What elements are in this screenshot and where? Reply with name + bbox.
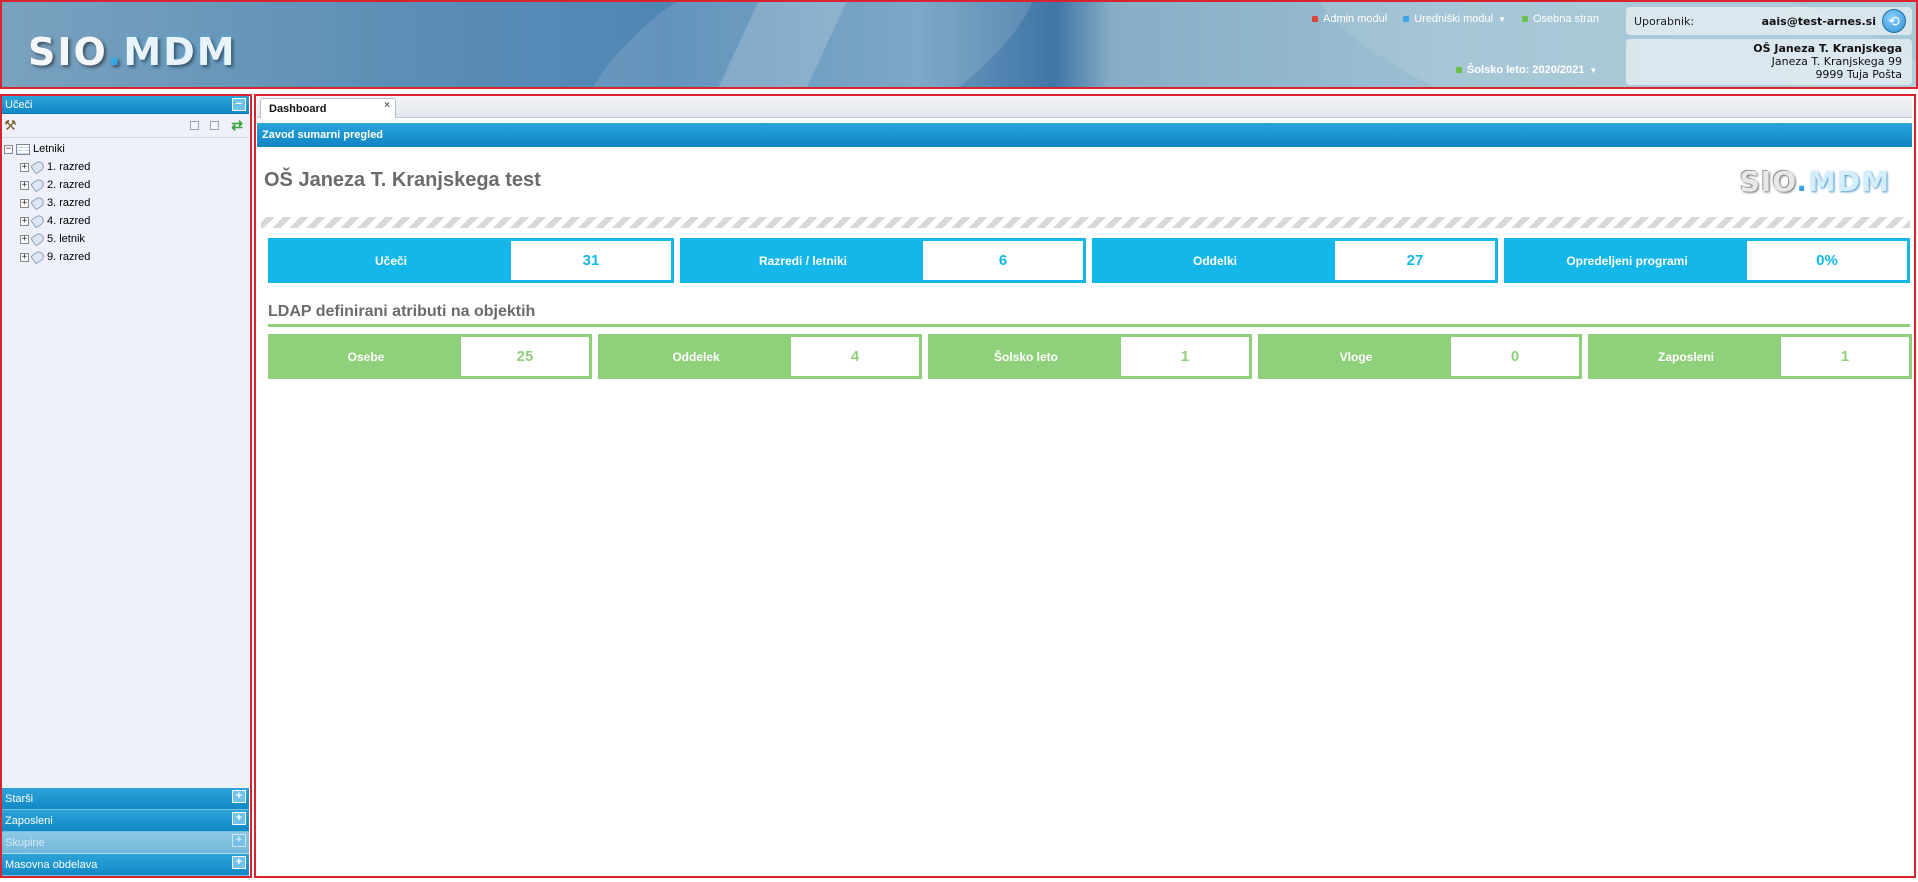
table-icon (16, 143, 30, 155)
expand-node-icon[interactable]: + (20, 252, 29, 262)
stat-card-programi: Opredeljeni programi 0% (1504, 238, 1910, 283)
tag-icon (30, 213, 46, 229)
expand-icon[interactable]: + (232, 790, 246, 803)
sidebar: Učeči − ⚒ ⇄ − Letniki + 1. razred + 2. r… (2, 96, 249, 876)
ldap-section-title: LDAP definirani atributi na objektih (268, 303, 1910, 327)
tab-dashboard[interactable]: Dashboard × (260, 98, 396, 118)
expand-node-icon[interactable]: + (20, 162, 29, 172)
close-icon[interactable]: × (382, 101, 392, 111)
tab-strip: Dashboard × (257, 96, 1912, 118)
stat-card-uceci: Učeči 31 (268, 238, 674, 283)
bullet-icon (1522, 16, 1528, 22)
expand-icon[interactable]: + (232, 812, 246, 825)
sidebar-sections: Starši + Zaposleni + Skupine + Masovna o… (2, 788, 249, 876)
stat-card-osebe: Osebe 25 (268, 334, 592, 379)
expand-icon: + (232, 834, 246, 847)
page-title: OŠ Janeza T. Kranjskega test (264, 169, 541, 191)
collapse-node-icon[interactable]: − (4, 144, 13, 154)
bullet-icon (1312, 16, 1318, 22)
school-info: OŠ Janeza T. Kranjskega Janeza T. Kranjs… (1626, 39, 1912, 85)
tag-icon (30, 195, 46, 211)
logout-icon[interactable]: ⟲ (1882, 9, 1906, 33)
nav-uredniski-modul[interactable]: Uredniški modul ▼ (1403, 13, 1506, 25)
sio-mdm-logo: SIO.MDM (28, 30, 237, 74)
stat-card-solsko-leto: Šolsko leto 1 (928, 334, 1252, 379)
sidebar-section-zaposleni[interactable]: Zaposleni + (2, 810, 249, 832)
tree: − Letniki + 1. razred + 2. razred + 3. r… (2, 138, 249, 268)
tag-icon (30, 177, 46, 193)
sidebar-section-uceci[interactable]: Učeči − (2, 96, 249, 114)
app-header: SIO.MDM Admin modul Uredniški modul ▼ Os… (0, 0, 1918, 89)
expand-icon[interactable]: + (232, 856, 246, 869)
main-panel: Dashboard × Zavod sumarni pregled OŠ Jan… (257, 96, 1912, 876)
caret-down-icon: ▼ (1498, 14, 1506, 24)
expand-node-icon[interactable]: + (20, 180, 29, 190)
stat-card-oddelki: Oddelki 27 (1092, 238, 1498, 283)
top-navigation: Admin modul Uredniški modul ▼ Osebna str… (1312, 13, 1599, 25)
refresh-icon[interactable]: ⇄ (231, 117, 243, 134)
expand-node-icon[interactable]: + (20, 234, 29, 244)
stat-card-razredi: Razredi / letniki 6 (680, 238, 1086, 283)
bullet-icon (1403, 16, 1410, 22)
collapse-icon[interactable]: − (232, 98, 246, 111)
expand-node-icon[interactable]: + (20, 216, 29, 226)
tree-item[interactable]: + 2. razred (4, 176, 247, 194)
expand-all-icon[interactable] (190, 121, 199, 130)
tree-item[interactable]: + 5. letnik (4, 230, 247, 248)
panel-title: Zavod sumarni pregled (257, 123, 1912, 147)
tag-icon (30, 231, 46, 247)
wand-icon[interactable]: ⚒ (4, 117, 17, 134)
tree-item[interactable]: + 1. razred (4, 158, 247, 176)
sidebar-section-starsi[interactable]: Starši + (2, 788, 249, 810)
stat-card-zaposleni: Zaposleni 1 (1588, 334, 1912, 379)
tree-item[interactable]: + 4. razred (4, 212, 247, 230)
school-year-selector[interactable]: Šolsko leto: 2020/2021 ▼ (1456, 64, 1597, 76)
stat-card-oddelek: Oddelek 4 (598, 334, 922, 379)
ldap-stats: Osebe 25 Oddelek 4 Šolsko leto 1 Vloge 0… (268, 334, 1912, 379)
expand-node-icon[interactable]: + (20, 198, 29, 208)
summary-stats: Učeči 31 Razredi / letniki 6 Oddelki 27 … (268, 238, 1910, 283)
user-email: aais@test-arnes.si (1761, 14, 1876, 28)
sidebar-section-masovna-obdelava[interactable]: Masovna obdelava + (2, 854, 249, 876)
divider (261, 217, 1910, 228)
bullet-icon (1456, 67, 1462, 73)
nav-osebna-stran[interactable]: Osebna stran (1522, 13, 1599, 25)
tree-root-letniki[interactable]: − Letniki (4, 140, 247, 158)
sio-mdm-logo: SIO.MDM (1739, 165, 1890, 198)
tag-icon (30, 159, 46, 175)
tree-item[interactable]: + 3. razred (4, 194, 247, 212)
stat-card-vloge: Vloge 0 (1258, 334, 1582, 379)
user-info: Uporabnik: aais@test-arnes.si ⟲ (1626, 7, 1912, 35)
tag-icon (30, 249, 46, 265)
collapse-all-icon[interactable] (210, 121, 219, 130)
nav-admin-modul[interactable]: Admin modul (1312, 13, 1387, 25)
sidebar-section-skupine: Skupine + (2, 832, 249, 854)
tree-toolbar: ⚒ ⇄ (2, 114, 249, 138)
tree-item[interactable]: + 9. razred (4, 248, 247, 266)
caret-down-icon: ▼ (1589, 65, 1598, 75)
